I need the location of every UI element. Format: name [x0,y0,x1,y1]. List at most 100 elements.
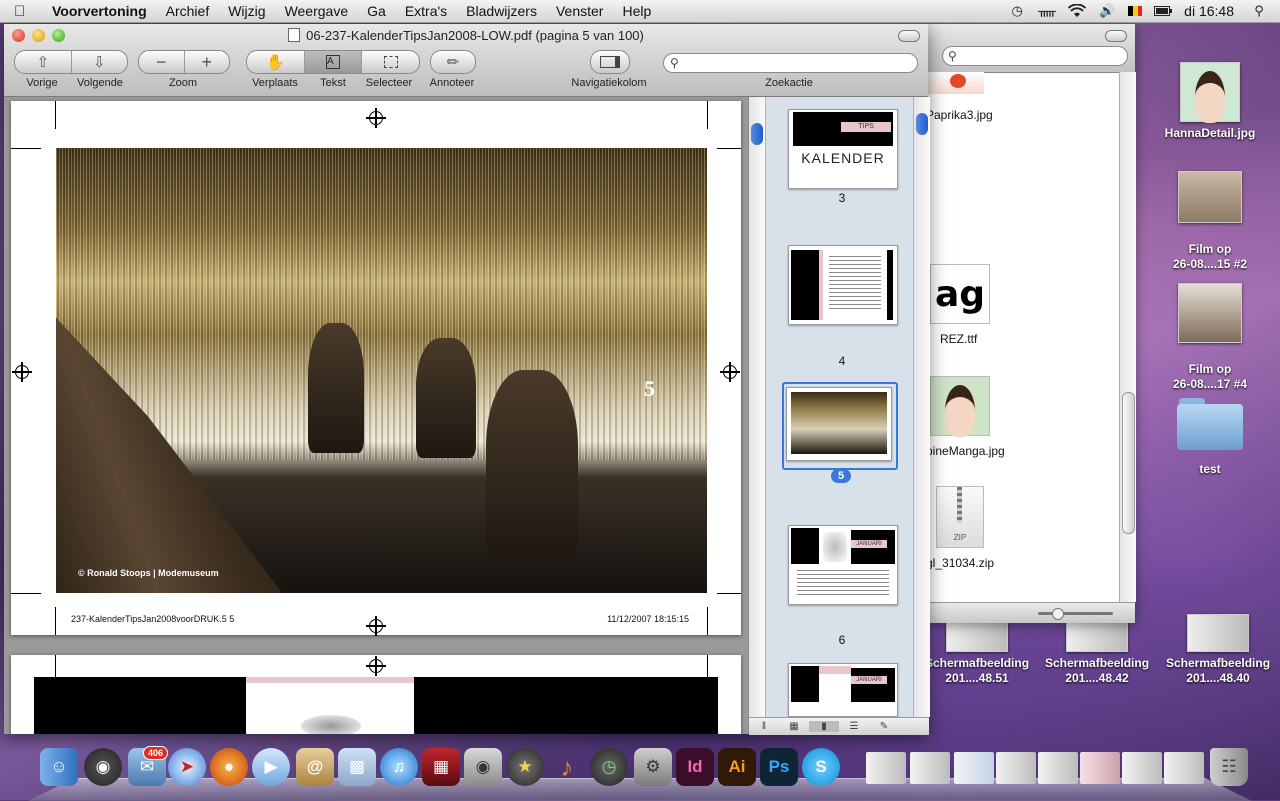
file-label[interactable]: gl_31034.zip [926,556,994,570]
menu-app-name[interactable]: Voorvertoning [52,3,147,19]
time-machine-icon[interactable]: ◷ [1008,3,1026,18]
dock-indesign[interactable]: Id [676,748,714,786]
dock-ichat[interactable]: ▶ [252,748,290,786]
desktop-icon-film-4[interactable]: Film op 26-08....17 #4 [1150,268,1270,392]
text-tool-button[interactable]: A [304,51,363,73]
sidebar-scroll-thumb[interactable] [916,113,928,135]
next-button[interactable]: ⇩ [72,51,128,73]
finder-search-field[interactable]: ⚲ [942,46,1128,66]
dock-skype[interactable]: S [802,748,840,786]
manga-image-icon[interactable] [930,376,990,437]
thumbnail-page-3[interactable]: TIPS KALENDER [788,109,898,189]
dock-time-machine[interactable]: ◷ [590,748,628,786]
view-list-icon[interactable]: ☰ [839,721,869,732]
menu-wijzig[interactable]: Wijzig [228,3,265,19]
dock-garageband[interactable]: ♪ [548,748,586,786]
view-single-icon[interactable]: ▮ [809,721,839,732]
dock-minimized-window[interactable] [996,752,1036,784]
dock-system-preferences[interactable]: ⚙ [634,748,672,786]
wifi-icon[interactable] [1068,4,1087,18]
desktop-icon-screenshot-2[interactable]: Schermafbeelding 201....48.42 [1045,614,1149,686]
finder-scroll-thumb[interactable] [1122,392,1135,534]
icon-size-slider[interactable] [1038,608,1113,620]
mail-unread-badge: 406 [143,746,169,760]
dock-minimized-window[interactable] [1080,752,1120,784]
dock-firefox[interactable]: ● [210,748,248,786]
zoom-in-button[interactable]: + [185,51,230,73]
dock-finder[interactable]: ☺ [40,748,78,786]
finder-scrollbar[interactable] [1119,72,1136,602]
dock-minimized-window[interactable] [954,752,994,784]
finder-toolbar-toggle[interactable] [1105,30,1127,42]
dock-image-capture[interactable]: ◉ [464,748,502,786]
finder-statusbar [926,602,1135,623]
desktop-icon-screenshot-3[interactable]: Schermafbeelding 201....48.40 [1166,614,1270,686]
menu-archief[interactable]: Archief [166,3,210,19]
search-icon: ⚲ [670,56,679,70]
font-file-icon[interactable]: ag [930,264,990,324]
dock-address-book[interactable]: @ [296,748,334,786]
document-view[interactable]: 5 © Ronald Stoops | Modemuseum 237-Kalen… [4,97,748,734]
select-tool-button[interactable] [362,51,419,73]
menu-venster[interactable]: Venster [556,3,603,19]
thumbnail-page-4[interactable] [788,245,898,325]
zip-archive-icon[interactable]: ZIP [936,486,984,548]
document-scroll-thumb[interactable] [751,123,763,145]
spotlight-search-icon[interactable]: ⚲ [1250,3,1268,18]
move-tool-button[interactable]: ✋ [247,51,305,73]
battery-icon[interactable] [1154,4,1173,18]
sidebar-button-group [590,50,630,74]
menubar-clock[interactable]: di 16:48 [1184,3,1234,19]
menu-extras[interactable]: Extra's [405,3,447,19]
view-annotate-icon[interactable]: ✎ [869,721,899,732]
dock-photoshop[interactable]: Ps [760,748,798,786]
crop-mark [11,593,41,594]
menu-ga[interactable]: Ga [367,3,386,19]
bluetooth-icon[interactable]: ᚅ [1038,3,1056,18]
desktop-icon-test-folder[interactable]: test [1150,398,1270,477]
file-label[interactable]: pineManga.jpg [926,444,1005,458]
dock-imovie[interactable]: ★ [506,748,544,786]
view-column-icon[interactable]: ‖ [749,721,779,732]
annotate-button[interactable]: ✏ [431,51,475,73]
previous-button[interactable]: ⇧ [15,51,72,73]
dock-trash[interactable]: ☷ [1210,748,1248,786]
dock-minimized-window[interactable] [1164,752,1204,784]
desktop-icon-screenshot-1[interactable]: Schermafbeelding 201....48.51 [925,614,1029,686]
thumbnail-page-6[interactable]: JANUARI [788,525,898,605]
dock-minimized-window[interactable] [1038,752,1078,784]
dock-front-row[interactable]: ▦ [422,748,460,786]
dock-minimized-window[interactable] [866,752,906,784]
file-label[interactable]: Paprika3.jpg [926,108,993,122]
desktop-icon-hannadetail[interactable]: HannaDetail.jpg [1150,62,1270,141]
toolbar-toggle-button[interactable] [898,30,920,42]
dock-iphoto[interactable]: ▩ [338,748,376,786]
thumbnail-page-5[interactable] [786,387,892,461]
thumbnail-page-7[interactable]: JANUARI [788,663,898,717]
menu-bladwijzers[interactable]: Bladwijzers [466,3,537,19]
search-field[interactable]: ⚲ [663,53,918,73]
mannequin-figure [486,370,578,560]
paprika-thumbnail[interactable] [926,72,984,94]
dock-safari[interactable]: ➤ [168,748,206,786]
sidebar-toggle-button[interactable] [591,51,629,73]
dock-minimized-window[interactable] [910,752,950,784]
desktop-icon-label: HannaDetail.jpg [1164,126,1256,140]
dock-dashboard[interactable]: ◉ [84,748,122,786]
belgium-flag-icon[interactable] [1128,6,1143,16]
zoom-out-button[interactable]: − [139,51,185,73]
menu-weergave[interactable]: Weergave [285,3,349,19]
view-grid-icon[interactable]: ▦ [779,721,809,732]
dock-itunes[interactable]: ♫ [380,748,418,786]
thumbnail-number: 4 [838,354,846,368]
volume-icon[interactable]: 🔊 [1098,3,1116,18]
apple-menu-icon[interactable]:  [14,3,36,20]
file-label[interactable]: REZ.ttf [940,332,977,346]
dock-illustrator[interactable]: Ai [718,748,756,786]
menu-help[interactable]: Help [622,3,651,19]
photo-icon: ▩ [348,757,366,776]
desktop-icon-film-2[interactable]: Film op 26-08....15 #2 [1150,156,1270,272]
sidebar-scrollbar[interactable] [913,97,930,717]
dock-minimized-window[interactable] [1122,752,1162,784]
document-scrollbar[interactable] [749,97,766,717]
